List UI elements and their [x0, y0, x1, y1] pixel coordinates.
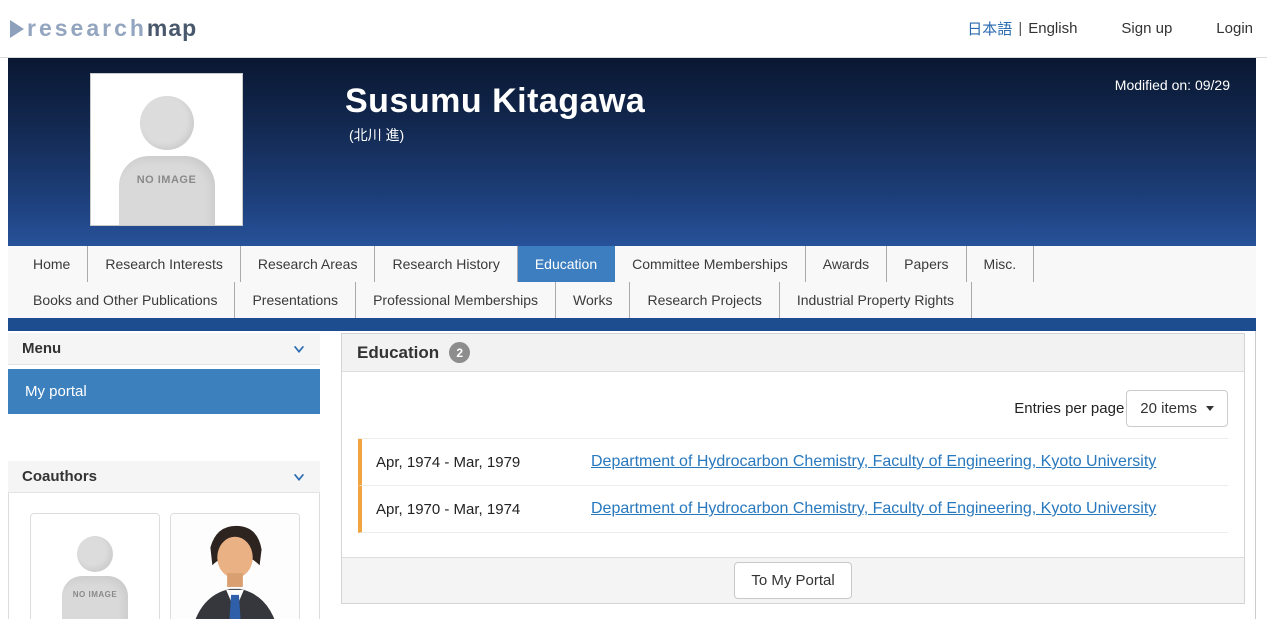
- tab-research-interests[interactable]: Research Interests: [88, 246, 241, 282]
- sidebar-menu-header[interactable]: Menu: [8, 333, 320, 365]
- blue-divider-bar: [8, 318, 1256, 331]
- tab-papers[interactable]: Papers: [887, 246, 966, 282]
- caret-down-icon: [1206, 406, 1214, 411]
- education-card-body: Entries per page 20 items Apr, 1974 - Ma…: [342, 372, 1244, 557]
- sidebar-spacer: [8, 414, 320, 461]
- tab-industrial-property-rights[interactable]: Industrial Property Rights: [780, 282, 972, 318]
- education-card: Education 2 Entries per page 20 items Ap…: [341, 333, 1245, 604]
- entries-per-page-control: Entries per page 20 items: [358, 390, 1228, 427]
- tab-research-projects[interactable]: Research Projects: [630, 282, 779, 318]
- entries-per-page-dropdown[interactable]: 20 items: [1126, 390, 1228, 427]
- silhouette-body-icon: [119, 156, 215, 225]
- coauthor-card-photo[interactable]: [170, 513, 300, 619]
- language-link-japanese[interactable]: 日本語: [967, 18, 1012, 39]
- tab-presentations[interactable]: Presentations: [235, 282, 356, 318]
- tab-misc[interactable]: Misc.: [967, 246, 1035, 282]
- modified-date: Modified on: 09/29: [1115, 77, 1230, 93]
- tab-books-and-other-publications[interactable]: Books and Other Publications: [16, 282, 235, 318]
- education-card-header: Education 2: [342, 334, 1244, 372]
- profile-name-kanji: (北川 進): [349, 125, 645, 145]
- logo-text-research: research: [27, 15, 147, 42]
- tab-research-areas[interactable]: Research Areas: [241, 246, 376, 282]
- no-image-label: NO IMAGE: [137, 174, 197, 186]
- entry-link[interactable]: Department of Hydrocarbon Chemistry, Fac…: [591, 453, 1156, 471]
- coauthors-title: Coauthors: [22, 468, 97, 485]
- silhouette-head-icon: [140, 96, 194, 150]
- education-entry-row: Apr, 1970 - Mar, 1974 Department of Hydr…: [358, 486, 1228, 533]
- sidebar: Menu My portal Coauthors NO IMAGE: [8, 331, 320, 619]
- count-badge: 2: [449, 342, 470, 363]
- education-card-footer: To My Portal: [342, 557, 1244, 603]
- to-my-portal-button[interactable]: To My Portal: [734, 562, 851, 599]
- top-header: research map 日本語 | English Sign up Login: [0, 0, 1267, 58]
- chevron-down-icon: [292, 342, 306, 356]
- tab-awards[interactable]: Awards: [806, 246, 887, 282]
- sidebar-item-my-portal[interactable]: My portal: [8, 369, 320, 414]
- profile-name: Susumu Kitagawa: [345, 82, 645, 121]
- profile-banner: Modified on: 09/29 NO IMAGE Susumu Kitag…: [8, 58, 1256, 246]
- researchmap-logo[interactable]: research map: [10, 15, 197, 42]
- signup-link[interactable]: Sign up: [1121, 20, 1172, 37]
- language-link-english[interactable]: English: [1028, 20, 1077, 37]
- coauthors-panel: NO IMAGE: [8, 493, 320, 619]
- entries-per-page-value: 20 items: [1140, 400, 1197, 417]
- section-title: Education: [357, 343, 439, 363]
- sidebar-coauthors-header[interactable]: Coauthors: [8, 461, 320, 493]
- no-image-silhouette: NO IMAGE: [31, 514, 159, 619]
- chevron-down-icon: [292, 470, 306, 484]
- tab-research-history[interactable]: Research History: [375, 246, 517, 282]
- no-image-label: NO IMAGE: [73, 590, 117, 599]
- entries-per-page-label: Entries per page: [1014, 400, 1124, 417]
- tab-home[interactable]: Home: [16, 246, 88, 282]
- coauthor-card-no-image[interactable]: NO IMAGE: [30, 513, 160, 619]
- tab-row-1: Home Research Interests Research Areas R…: [8, 246, 1256, 282]
- tab-works[interactable]: Works: [556, 282, 630, 318]
- profile-photo-placeholder: NO IMAGE: [90, 73, 243, 226]
- coauthor-portrait-image: [171, 514, 299, 619]
- menu-title: Menu: [22, 340, 61, 357]
- entry-period: Apr, 1970 - Mar, 1974: [376, 501, 591, 518]
- no-image-silhouette: NO IMAGE: [91, 74, 242, 225]
- logo-triangle-icon: [10, 20, 24, 38]
- education-entries-list: Apr, 1974 - Mar, 1979 Department of Hydr…: [358, 438, 1228, 533]
- tab-row-2: Books and Other Publications Presentatio…: [8, 282, 1256, 318]
- language-separator: |: [1018, 20, 1022, 37]
- tab-committee-memberships[interactable]: Committee Memberships: [615, 246, 806, 282]
- entry-period: Apr, 1974 - Mar, 1979: [376, 454, 591, 471]
- profile-name-block: Susumu Kitagawa (北川 進): [345, 82, 645, 145]
- education-entry-row: Apr, 1974 - Mar, 1979 Department of Hydr…: [358, 439, 1228, 486]
- tab-education[interactable]: Education: [518, 246, 615, 282]
- entry-link[interactable]: Department of Hydrocarbon Chemistry, Fac…: [591, 500, 1156, 518]
- content-area: Menu My portal Coauthors NO IMAGE: [8, 331, 1256, 619]
- login-link[interactable]: Login: [1216, 20, 1253, 37]
- header-links: 日本語 | English Sign up Login: [967, 18, 1253, 39]
- page-container: Modified on: 09/29 NO IMAGE Susumu Kitag…: [8, 58, 1256, 619]
- main-column: Education 2 Entries per page 20 items Ap…: [341, 333, 1245, 619]
- tab-professional-memberships[interactable]: Professional Memberships: [356, 282, 556, 318]
- silhouette-head-icon: [77, 536, 113, 572]
- logo-text-map: map: [147, 15, 197, 42]
